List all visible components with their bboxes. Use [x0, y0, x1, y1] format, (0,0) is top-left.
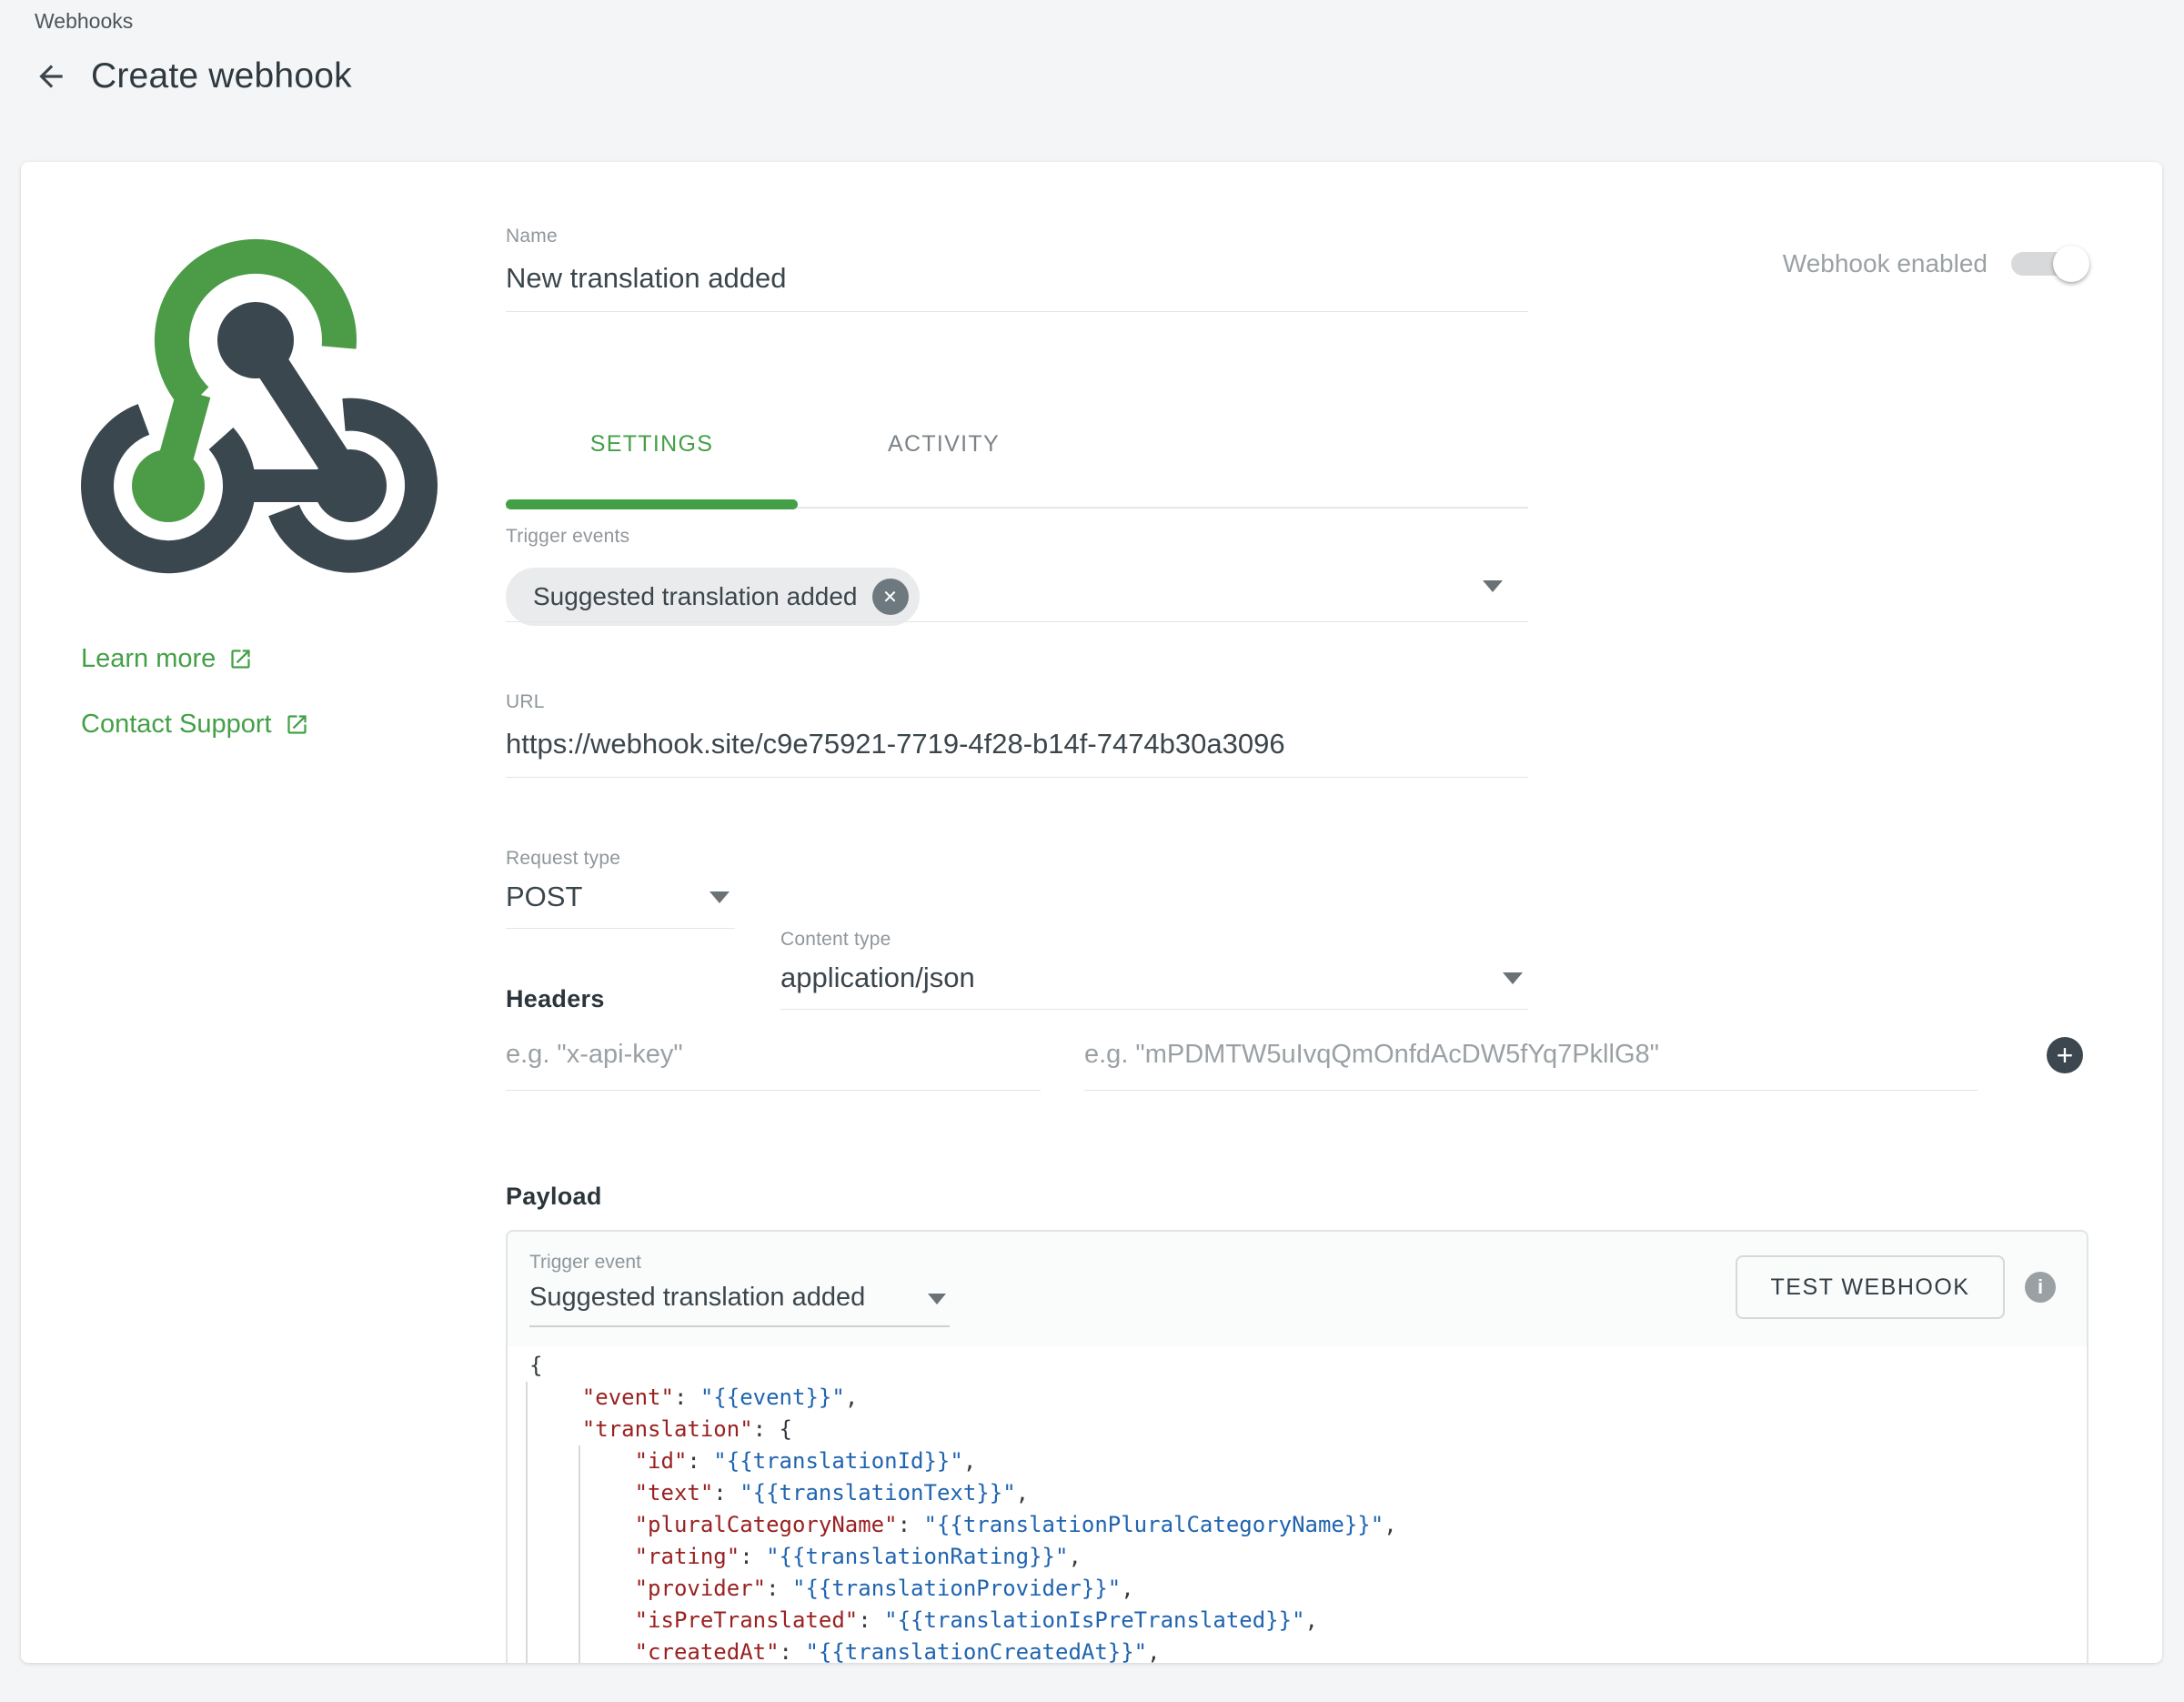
code-line: {	[529, 1350, 2087, 1382]
webhook-enabled-row: Webhook enabled	[1783, 249, 2086, 278]
indent-guide	[526, 1382, 528, 1663]
code-line: "text": "{{translationText}}",	[529, 1477, 2087, 1509]
payload-actions: TEST WEBHOOK i	[1736, 1255, 2056, 1319]
add-header-button[interactable]: +	[2047, 1037, 2083, 1073]
trigger-events-label: Trigger events	[506, 526, 1528, 548]
back-button[interactable]	[31, 56, 71, 96]
code-line: "rating": "{{translationRating}}",	[529, 1541, 2087, 1573]
info-icon[interactable]: i	[2025, 1272, 2056, 1303]
learn-more-link[interactable]: Learn more	[81, 644, 253, 674]
indent-guide	[579, 1445, 580, 1663]
code-line: "pluralCategoryName": "{{translationPlur…	[529, 1509, 2087, 1541]
contact-support-label: Contact Support	[81, 710, 272, 740]
trigger-event-chip: Suggested translation added ✕	[506, 568, 920, 626]
header-key-input[interactable]	[506, 1040, 1041, 1091]
request-type-value: POST	[506, 881, 735, 928]
code-line: "createdAt": "{{translationCreatedAt}}",	[529, 1637, 2087, 1663]
payload-trigger-event-underline	[529, 1325, 950, 1327]
chevron-down-icon	[710, 891, 730, 903]
webhook-enabled-toggle[interactable]	[2011, 252, 2086, 276]
payload-trigger-event-select[interactable]: Trigger event Suggested translation adde…	[529, 1252, 971, 1327]
tab-activity[interactable]: ACTIVITY	[798, 408, 1090, 480]
chevron-down-icon	[1483, 580, 1503, 592]
content-type-underline	[780, 1009, 1528, 1010]
code-line: "isPreTranslated": "{{translationIsPreTr…	[529, 1605, 2087, 1637]
request-type-select[interactable]: Request type POST	[506, 848, 735, 929]
open-in-new-icon	[285, 712, 309, 737]
webhook-logo	[81, 233, 445, 592]
tab-active-indicator	[506, 499, 798, 509]
arrow-left-icon	[34, 59, 68, 94]
payload-code-editor[interactable]: { "event": "{{event}}", "translation": {…	[508, 1346, 2087, 1663]
tab-bar: SETTINGS ACTIVITY	[506, 408, 1090, 480]
open-in-new-icon	[228, 647, 253, 671]
name-label: Name	[506, 226, 1528, 247]
trigger-events-chips: Suggested translation added ✕	[506, 568, 1528, 626]
tab-settings[interactable]: SETTINGS	[506, 408, 798, 480]
payload-heading: Payload	[506, 1183, 602, 1211]
url-label: URL	[506, 691, 1528, 713]
trigger-events-select[interactable]: Trigger events Suggested translation add…	[506, 526, 1528, 626]
request-type-underline	[506, 928, 735, 929]
chip-remove-icon[interactable]: ✕	[872, 579, 909, 615]
url-input[interactable]	[506, 722, 1528, 778]
code-line: "provider": "{{translationProvider}}",	[529, 1573, 2087, 1605]
payload-panel: Trigger event Suggested translation adde…	[506, 1230, 2088, 1663]
contact-support-link[interactable]: Contact Support	[81, 710, 309, 740]
content-type-select[interactable]: Content type application/json	[780, 929, 1528, 1010]
url-field: URL	[506, 691, 1528, 778]
page-header: Create webhook	[31, 56, 352, 96]
toggle-thumb	[2053, 246, 2089, 282]
payload-code: { "event": "{{event}}", "translation": {…	[529, 1350, 2087, 1663]
learn-more-label: Learn more	[81, 644, 216, 674]
breadcrumb[interactable]: Webhooks	[35, 9, 133, 34]
content-type-value: application/json	[780, 962, 1528, 1009]
trigger-events-underline	[506, 621, 1528, 622]
webhook-enabled-label: Webhook enabled	[1783, 249, 1988, 278]
name-input[interactable]	[506, 257, 1528, 312]
chip-label: Suggested translation added	[533, 582, 858, 611]
page-title: Create webhook	[91, 56, 352, 96]
code-line: "id": "{{translationId}}",	[529, 1445, 2087, 1477]
payload-trigger-event-value: Suggested translation added	[529, 1283, 971, 1325]
content-type-label: Content type	[780, 929, 1528, 951]
headers-heading: Headers	[506, 985, 605, 1013]
chevron-down-icon	[928, 1294, 946, 1304]
test-webhook-button[interactable]: TEST WEBHOOK	[1736, 1255, 2005, 1319]
name-field: Name	[506, 226, 1528, 312]
payload-panel-header: Trigger event Suggested translation adde…	[508, 1232, 2087, 1346]
webhook-card: Learn more Contact Support Name Webhook …	[21, 162, 2162, 1663]
request-type-label: Request type	[506, 848, 735, 870]
header-value-input[interactable]	[1084, 1040, 1978, 1091]
chevron-down-icon	[1503, 972, 1523, 984]
payload-trigger-event-label: Trigger event	[529, 1252, 971, 1274]
create-webhook-page: Webhooks Create webhook Lear	[0, 0, 2184, 1702]
plus-icon: +	[2057, 1039, 2074, 1072]
code-line: "event": "{{event}}",	[529, 1382, 2087, 1414]
code-line: "translation": {	[529, 1414, 2087, 1445]
